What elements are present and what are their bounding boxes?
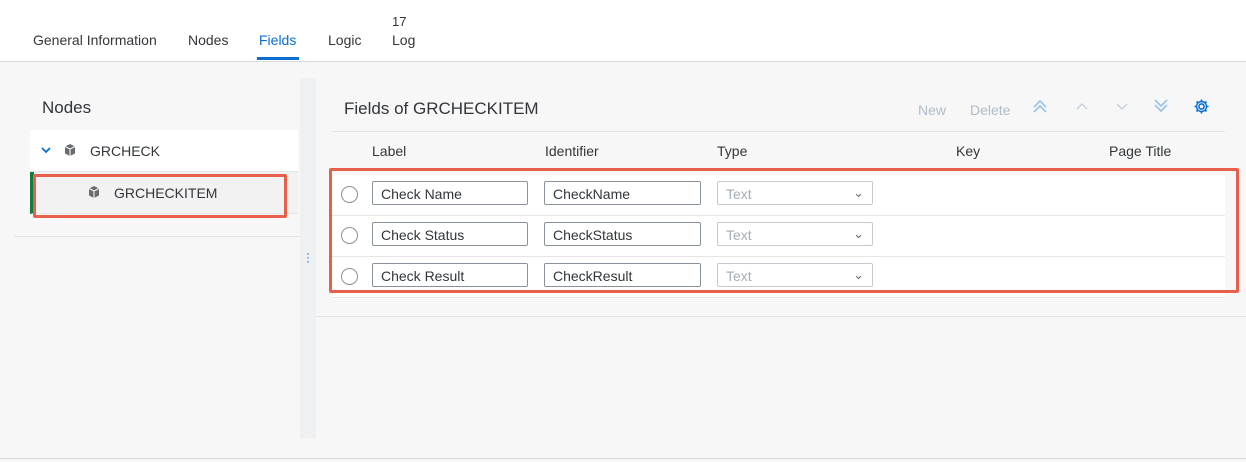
column-header-label[interactable]: Label bbox=[372, 143, 406, 159]
log-count-badge: 17 bbox=[392, 14, 407, 29]
move-to-top-icon[interactable] bbox=[1032, 98, 1048, 119]
tab-bar: General Information Nodes Fields Logic 1… bbox=[0, 0, 1246, 62]
tab-log[interactable]: Log bbox=[392, 32, 415, 48]
column-header-key[interactable]: Key bbox=[956, 143, 980, 159]
fields-panel-title: Fields of GRCHECKITEM bbox=[344, 99, 539, 118]
settings-gear-icon[interactable] bbox=[1193, 98, 1210, 120]
tab-logic[interactable]: Logic bbox=[328, 32, 361, 48]
move-down-icon[interactable] bbox=[1114, 98, 1130, 119]
move-up-icon[interactable] bbox=[1074, 98, 1090, 119]
footer-divider bbox=[0, 458, 1246, 459]
column-header-identifier[interactable]: Identifier bbox=[545, 143, 599, 159]
tab-fields[interactable]: Fields bbox=[259, 32, 296, 48]
column-header-type[interactable]: Type bbox=[717, 143, 747, 159]
chevron-down-icon[interactable] bbox=[40, 143, 52, 161]
tab-general-information[interactable]: General Information bbox=[33, 32, 157, 48]
splitter-grip-icon[interactable]: · · · bbox=[306, 247, 310, 267]
selected-tab-indicator bbox=[257, 57, 299, 60]
cubes-icon bbox=[63, 143, 77, 162]
tree-item-label: GRCHECK bbox=[90, 143, 161, 159]
highlight-box-node bbox=[33, 174, 287, 218]
tree-item-grcheck[interactable]: GRCHECK bbox=[30, 130, 298, 172]
new-button[interactable]: New bbox=[918, 102, 946, 118]
nodes-panel-title: Nodes bbox=[42, 98, 92, 117]
column-header-page-title[interactable]: Page Title bbox=[1109, 143, 1171, 159]
panel-splitter[interactable]: · · · bbox=[300, 78, 316, 438]
move-to-bottom-icon[interactable] bbox=[1153, 98, 1169, 119]
panel-divider bbox=[14, 236, 300, 237]
nodes-panel: Nodes GRCHECK GRCHECKITEM bbox=[14, 78, 300, 438]
delete-button[interactable]: Delete bbox=[970, 102, 1010, 118]
highlight-box-fields bbox=[329, 168, 1239, 293]
tab-nodes[interactable]: Nodes bbox=[188, 32, 228, 48]
